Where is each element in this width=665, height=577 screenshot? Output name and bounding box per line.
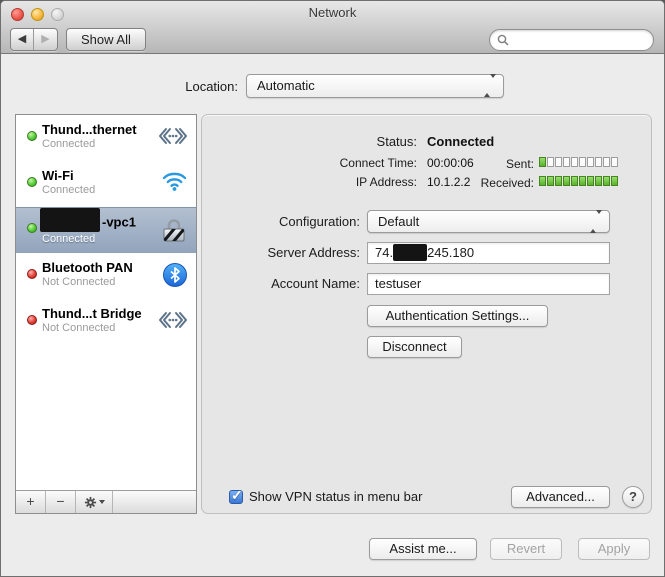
connect-time-label: Connect Time: [202,156,417,170]
account-name-label: Account Name: [202,276,360,291]
popup-stepper-icon [484,75,496,97]
connection-detail-panel: Status: Connected Connect Time: 00:00:06… [201,114,652,514]
configuration-popup[interactable]: Default [367,210,610,233]
received-label: Received: [432,176,534,190]
sent-meter [539,157,618,167]
search-field[interactable] [489,29,654,51]
configuration-value: Default [378,214,419,229]
forward-button[interactable]: ▶ [34,29,57,50]
status-dot-green-icon [27,223,37,233]
status-dot-green-icon [27,177,37,187]
status-value: Connected [427,134,494,149]
help-button[interactable]: ? [622,486,644,508]
advanced-button[interactable]: Advanced... [511,486,610,508]
show-vpn-status-checkbox[interactable] [229,490,243,504]
show-vpn-status-label: Show VPN status in menu bar [249,489,422,504]
search-input[interactable] [513,33,643,47]
server-address-field[interactable]: 74. 245.180 [367,242,610,264]
service-row-bluetooth-pan[interactable]: Bluetooth PAN Not Connected [16,253,196,299]
revert-button: Revert [490,538,562,560]
configuration-label: Configuration: [202,214,360,229]
window-title: Network [1,5,664,20]
status-label: Status: [202,134,417,149]
thunderbolt-ethernet-icon [158,124,188,151]
assist-me-button[interactable]: Assist me... [369,538,477,560]
location-label: Location: [1,79,238,94]
back-button[interactable]: ◀ [11,29,34,50]
location-value: Automatic [257,78,315,93]
gear-icon [84,496,97,509]
remove-service-button[interactable]: − [46,491,76,513]
status-dot-red-icon [27,315,37,325]
sent-label: Sent: [432,157,534,171]
service-row-thunderbolt-ethernet[interactable]: Thund...thernet Connected [16,115,196,161]
account-name-value: testuser [375,276,421,291]
service-row-wifi[interactable]: Wi-Fi Connected [16,161,196,207]
received-meter [539,176,618,186]
ip-address-label: IP Address: [202,175,417,189]
apply-button: Apply [578,538,650,560]
network-preferences-window: Network ◀ ▶ Show All Location: Automatic… [0,0,665,577]
server-address-prefix: 74. [375,245,393,260]
status-dot-red-icon [27,269,37,279]
show-all-button[interactable]: Show All [66,28,146,51]
account-name-field[interactable]: testuser [367,273,610,295]
bluetooth-icon [162,262,188,291]
authentication-settings-button[interactable]: Authentication Settings... [367,305,548,327]
wifi-icon [161,170,188,195]
thunderbolt-bridge-icon [158,308,188,335]
search-icon [497,34,509,46]
location-popup[interactable]: Automatic [246,74,504,98]
history-nav: ◀ ▶ [10,28,58,51]
services-list: Thund...thernet Connected Wi-Fi Connecte… [16,115,196,490]
server-address-label: Server Address: [202,245,360,260]
title-bar: Network ◀ ▶ Show All [1,1,664,54]
disconnect-button[interactable]: Disconnect [367,336,462,358]
redaction-box [393,244,427,261]
server-address-suffix: 245.180 [427,245,474,260]
lock-icon [160,216,188,247]
popup-stepper-icon [590,211,602,233]
sidebar-footer: + − [16,490,196,513]
services-sidebar: Thund...thernet Connected Wi-Fi Connecte… [15,114,197,514]
service-row-thunderbolt-bridge[interactable]: Thund...t Bridge Not Connected [16,299,196,345]
service-row-vpn-selected[interactable]: -vpc1 Connected [16,207,196,253]
add-service-button[interactable]: + [16,491,46,513]
chevron-down-icon [99,500,105,504]
action-gear-button[interactable] [76,491,113,513]
status-dot-green-icon [27,131,37,141]
show-vpn-status-row: Show VPN status in menu bar [229,489,422,504]
redaction-box [40,208,100,232]
